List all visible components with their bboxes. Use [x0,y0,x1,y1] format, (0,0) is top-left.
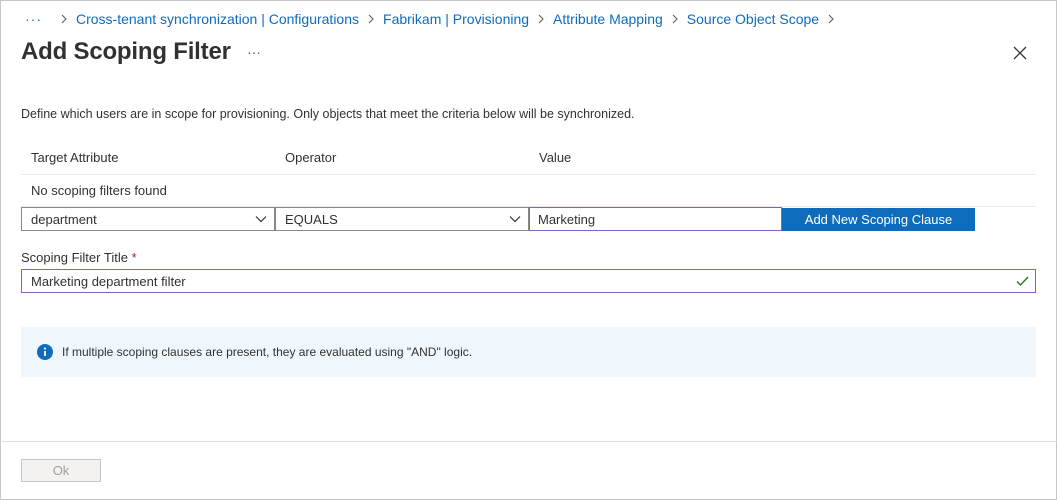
chevron-right-icon [537,14,545,24]
breadcrumb-item-source-object-scope[interactable]: Source Object Scope [687,11,819,27]
scoping-filter-title-label: Scoping Filter Title * [21,250,137,265]
column-header-target-attribute: Target Attribute [31,150,119,165]
scoping-filter-title-input[interactable]: Marketing department filter [21,269,1036,293]
info-message-bar: If multiple scoping clauses are present,… [21,327,1036,377]
breadcrumb-item-attribute-mapping[interactable]: Attribute Mapping [553,11,663,27]
breadcrumb-more-button[interactable]: ··· [25,11,42,27]
target-attribute-value: department [31,212,97,227]
value-input-text: Marketing [538,212,596,227]
chevron-down-icon [509,216,521,223]
panel-frame [0,0,1057,500]
value-input[interactable]: Marketing [529,207,782,231]
column-header-value: Value [539,150,572,165]
chevron-right-icon [60,14,68,24]
footer [0,441,1057,500]
checkmark-icon [1016,276,1029,286]
operator-value: EQUALS [285,212,338,227]
description-text: Define which users are in scope for prov… [21,107,635,121]
add-new-scoping-clause-button[interactable]: Add New Scoping Clause [782,208,975,231]
operator-dropdown[interactable]: EQUALS [275,207,529,231]
scoping-filter-title-label-text: Scoping Filter Title [21,250,128,265]
chevron-right-icon [367,14,375,24]
close-icon [1013,46,1027,60]
info-icon [37,344,53,360]
page-title: Add Scoping Filter [21,38,231,65]
empty-state-message: No scoping filters found [31,183,167,198]
info-message-text: If multiple scoping clauses are present,… [62,345,473,359]
breadcrumb-item-configurations[interactable]: Cross-tenant synchronization | Configura… [76,11,359,27]
breadcrumb: ··· Cross-tenant synchronization | Confi… [25,10,843,28]
scoping-filter-title-value: Marketing department filter [31,274,186,289]
more-options-button[interactable]: ··· [247,44,261,60]
ok-button[interactable]: Ok [21,459,101,482]
close-button[interactable] [1011,44,1029,62]
required-indicator: * [131,250,137,265]
table-header: Target Attribute Operator Value [21,145,1036,175]
chevron-down-icon [255,216,267,223]
target-attribute-dropdown[interactable]: department [21,207,275,231]
chevron-right-icon [827,14,835,24]
chevron-right-icon [671,14,679,24]
column-header-operator: Operator [285,150,337,165]
breadcrumb-item-provisioning[interactable]: Fabrikam | Provisioning [383,11,529,27]
